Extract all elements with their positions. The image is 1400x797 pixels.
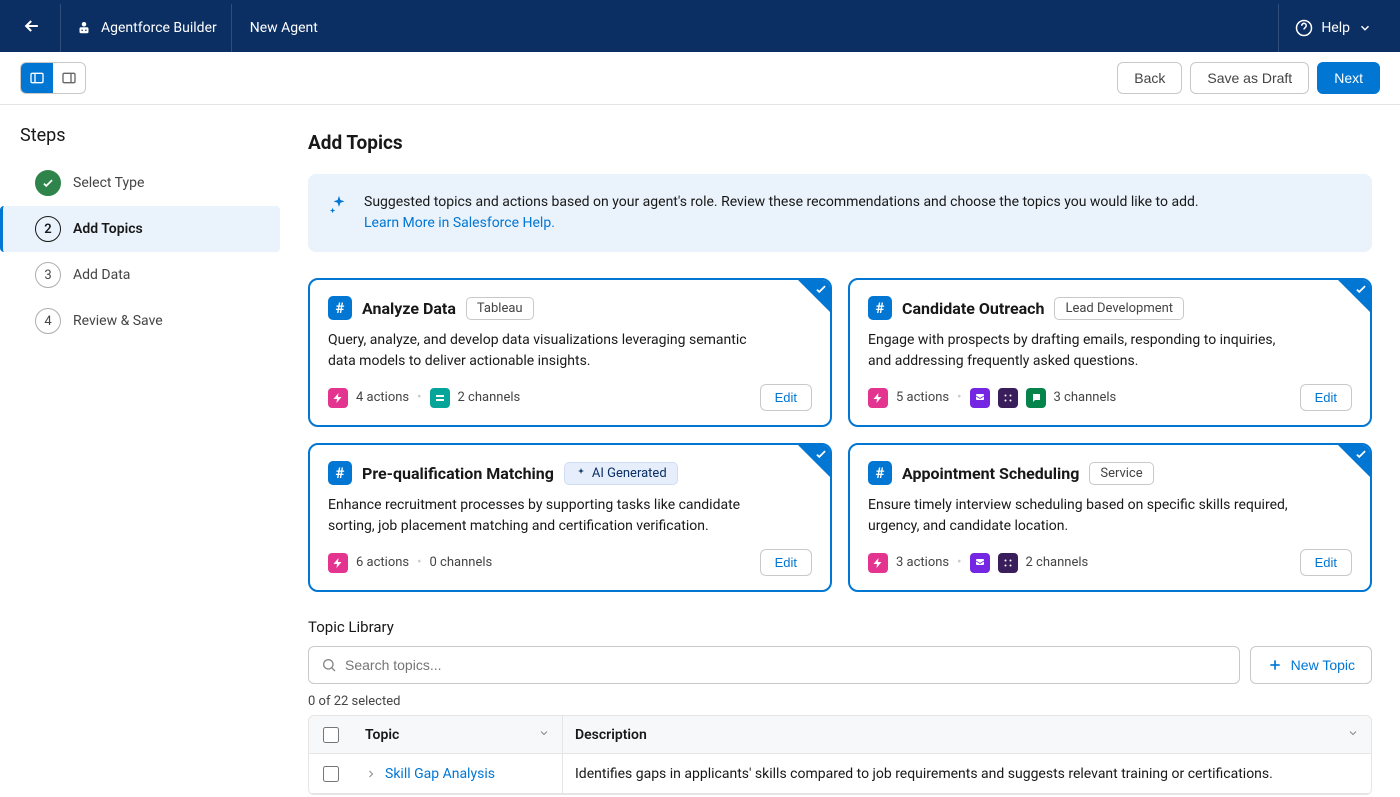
- hash-icon: #: [868, 296, 892, 320]
- brand-text: Agentforce Builder: [101, 20, 217, 36]
- step-add-topics[interactable]: 2 Add Topics: [0, 206, 280, 252]
- column-topic: Topic: [365, 727, 399, 743]
- plus-icon: [1267, 657, 1283, 673]
- channel-icon: [998, 388, 1018, 408]
- channel-icon: [1026, 388, 1046, 408]
- save-draft-button[interactable]: Save as Draft: [1190, 62, 1309, 94]
- search-input-wrapper[interactable]: [308, 646, 1240, 684]
- select-all-checkbox[interactable]: [323, 727, 339, 743]
- step-select-type[interactable]: Select Type: [0, 160, 280, 206]
- card-title: Analyze Data: [362, 299, 456, 318]
- panel-left-view[interactable]: [21, 63, 53, 93]
- step-number: [35, 170, 61, 196]
- learn-more-link[interactable]: Learn More in Salesforce Help.: [364, 215, 555, 231]
- selected-corner: [1338, 280, 1370, 312]
- library-title: Topic Library: [308, 618, 1372, 636]
- topic-badge: Lead Development: [1054, 297, 1184, 320]
- row-description: Identifies gaps in applicants' skills co…: [575, 766, 1273, 782]
- card-description: Query, analyze, and develop data visuali…: [328, 330, 748, 372]
- hash-icon: #: [868, 461, 892, 485]
- new-agent-link[interactable]: New Agent: [232, 4, 336, 52]
- new-topic-button[interactable]: New Topic: [1250, 646, 1372, 684]
- card-stats: 6 actions•0 channels: [328, 553, 492, 573]
- card-description: Engage with prospects by drafting emails…: [868, 330, 1288, 372]
- topic-badge: Tableau: [466, 297, 534, 320]
- desc-column-menu[interactable]: [1347, 727, 1359, 743]
- edit-button[interactable]: Edit: [760, 384, 812, 411]
- channel-icon: [430, 388, 450, 408]
- hash-icon: #: [328, 461, 352, 485]
- suggestion-banner: Suggested topics and actions based on yo…: [308, 174, 1372, 252]
- selected-corner: [798, 445, 830, 477]
- chevron-down-icon: [1358, 21, 1372, 35]
- table-row: Skill Gap Analysis Identifies gaps in app…: [309, 754, 1371, 794]
- card-stats: 3 actions•2 channels: [868, 553, 1088, 573]
- bolt-icon: [868, 553, 888, 573]
- card-description: Ensure timely interview scheduling based…: [868, 495, 1288, 537]
- step-add-data[interactable]: 3 Add Data: [0, 252, 280, 298]
- table-header: Topic Description: [309, 716, 1371, 754]
- topic-cards: # Analyze Data Tableau Query, analyze, and …: [308, 278, 1372, 592]
- step-label: Add Topics: [73, 221, 143, 237]
- selected-corner: [798, 280, 830, 312]
- next-button[interactable]: Next: [1317, 62, 1380, 94]
- page-title: Add Topics: [308, 131, 1372, 154]
- bolt-icon: [868, 388, 888, 408]
- search-input[interactable]: [345, 657, 1227, 673]
- bolt-icon: [328, 553, 348, 573]
- step-number: 4: [35, 308, 61, 334]
- topic-card[interactable]: # Pre-qualification Matching AI Generated E…: [308, 443, 832, 592]
- chevron-right-icon[interactable]: [365, 768, 377, 780]
- bolt-icon: [328, 388, 348, 408]
- card-stats: 5 actions•3 channels: [868, 388, 1116, 408]
- brand[interactable]: Agentforce Builder: [60, 4, 232, 52]
- main-panel: Add Topics Suggested topics and actions …: [280, 105, 1400, 797]
- back-icon[interactable]: [12, 8, 52, 48]
- step-label: Select Type: [73, 175, 144, 191]
- edit-button[interactable]: Edit: [1300, 384, 1352, 411]
- card-stats: 4 actions•2 channels: [328, 388, 520, 408]
- step-label: Add Data: [73, 267, 130, 283]
- robot-icon: [75, 19, 93, 37]
- step-label: Review & Save: [73, 313, 163, 329]
- topic-card[interactable]: # Candidate Outreach Lead Development Engag…: [848, 278, 1372, 427]
- step-number: 3: [35, 262, 61, 288]
- card-description: Enhance recruitment processes by support…: [328, 495, 748, 537]
- topic-column-menu[interactable]: [538, 727, 550, 743]
- channel-icon: [998, 553, 1018, 573]
- column-description: Description: [575, 727, 647, 743]
- selection-count: 0 of 22 selected: [308, 694, 1372, 709]
- step-number: 2: [35, 216, 61, 242]
- edit-button[interactable]: Edit: [1300, 549, 1352, 576]
- app-header: Agentforce Builder New Agent Help: [0, 4, 1400, 52]
- channel-icon: [970, 553, 990, 573]
- topic-badge: Service: [1089, 462, 1153, 485]
- steps-sidebar: Steps Select Type 2 Add Topics 3 Add Data 4 Re…: [0, 105, 280, 797]
- panel-right-view[interactable]: [53, 63, 85, 93]
- hash-icon: #: [328, 296, 352, 320]
- edit-button[interactable]: Edit: [760, 549, 812, 576]
- help-icon: [1295, 19, 1313, 37]
- step-review-&-save[interactable]: 4 Review & Save: [0, 298, 280, 344]
- card-title: Pre-qualification Matching: [362, 464, 554, 483]
- card-title: Candidate Outreach: [902, 299, 1044, 318]
- steps-title: Steps: [20, 125, 280, 146]
- row-checkbox[interactable]: [323, 766, 339, 782]
- topic-link[interactable]: Skill Gap Analysis: [385, 766, 495, 782]
- selected-corner: [1338, 445, 1370, 477]
- topic-table: Topic Description Skill Gap Analysis Iden…: [308, 715, 1372, 795]
- sparkle-icon: [328, 194, 350, 216]
- view-toggle: [20, 62, 86, 94]
- channel-icon: [970, 388, 990, 408]
- search-icon: [321, 657, 337, 673]
- toolbar: Back Save as Draft Next: [0, 52, 1400, 105]
- topic-card[interactable]: # Analyze Data Tableau Query, analyze, and …: [308, 278, 832, 427]
- back-button[interactable]: Back: [1117, 62, 1182, 94]
- help-menu[interactable]: Help: [1278, 4, 1388, 52]
- ai-badge: AI Generated: [564, 462, 678, 485]
- card-title: Appointment Scheduling: [902, 464, 1079, 483]
- topic-card[interactable]: # Appointment Scheduling Service Ensure tim…: [848, 443, 1372, 592]
